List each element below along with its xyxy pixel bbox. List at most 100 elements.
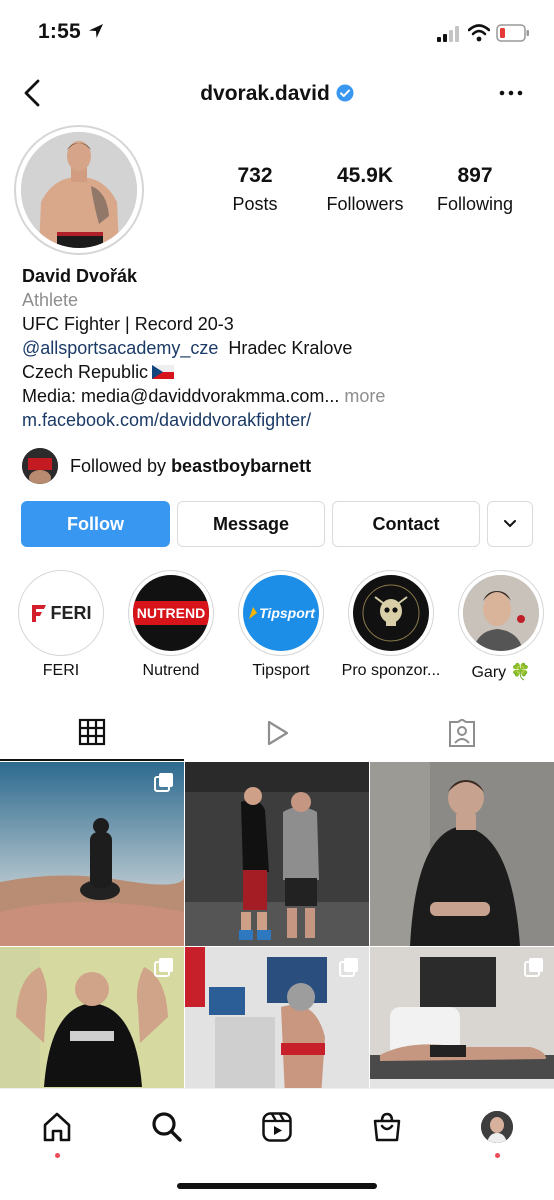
stat-followers-label: Followers <box>326 194 404 214</box>
follow-button[interactable]: Follow <box>21 501 170 547</box>
tipsport-flame-icon <box>249 607 258 619</box>
profile-avatar-small <box>481 1111 513 1143</box>
highlight-feri[interactable]: FERI FERI <box>11 570 111 680</box>
highlight-label: Gary 🍀 <box>471 664 531 681</box>
play-icon <box>267 720 289 746</box>
post-thumbnail[interactable] <box>370 947 554 1088</box>
highlight-ring: FERI <box>18 570 104 656</box>
highlight-ring <box>458 570 544 656</box>
stat-followers[interactable]: 45.9K Followers <box>315 164 415 215</box>
gym-photo <box>185 762 369 946</box>
highlight-pro-sponzor[interactable]: Pro sponzor... <box>341 570 441 680</box>
posts-grid <box>0 762 554 1088</box>
highlight-tipsport[interactable]: Tipsport Tipsport <box>231 570 331 680</box>
verified-badge-icon <box>336 84 354 102</box>
follower-avatar-image <box>22 448 58 484</box>
nav-reels[interactable] <box>257 1107 297 1147</box>
nav-home[interactable] <box>37 1107 77 1147</box>
highlight-ring: Tipsport <box>238 570 324 656</box>
highlight-nutrend[interactable]: NUTREND Nutrend <box>121 570 221 680</box>
tipsport-logo-text: Tipsport <box>259 605 315 621</box>
stat-following-value: 897 <box>457 164 493 187</box>
bio-more-link[interactable]: more <box>344 386 385 406</box>
gary-photo-image <box>463 575 539 651</box>
location-country: Czech Republic <box>22 362 149 382</box>
shopping-bag-icon <box>373 1112 401 1142</box>
category-label: Athlete <box>22 290 79 310</box>
nutrend-logo: NUTREND <box>133 575 209 651</box>
feri-logo-text: FERI <box>50 602 92 623</box>
bio-country-row: Czech Republic <box>22 360 542 384</box>
status-time: 1:55 <box>38 20 81 43</box>
followed-by-row[interactable]: Followed by beastboybarnett <box>22 448 311 484</box>
stat-posts[interactable]: 732 Posts <box>205 164 305 215</box>
contact-button[interactable]: Contact <box>332 501 480 547</box>
reels-icon <box>262 1112 292 1142</box>
tab-reels[interactable] <box>185 705 369 761</box>
nav-profile[interactable] <box>477 1107 517 1147</box>
highlight-label: Pro sponzor... <box>341 662 441 679</box>
message-button[interactable]: Message <box>177 501 325 547</box>
own-avatar-image <box>481 1111 513 1143</box>
stat-following-label: Following <box>436 194 514 214</box>
tagged-person-icon <box>449 719 475 747</box>
stat-posts-label: Posts <box>232 194 278 214</box>
portrait-hoodie-photo <box>370 762 554 946</box>
media-text: Media: media@daviddvorakmma.com... <box>22 386 340 406</box>
follower-avatar <box>22 448 58 484</box>
home-icon <box>43 1112 71 1142</box>
location-arrow-icon <box>89 24 103 38</box>
highlight-ring <box>348 570 434 656</box>
profile-avatar[interactable] <box>14 125 144 255</box>
nutrend-logo-text: NUTREND <box>133 601 209 625</box>
mention-link[interactable]: @allsportsacademy_cze <box>22 338 218 358</box>
multiple-photos-icon <box>524 958 543 977</box>
battery-low-icon <box>496 24 529 42</box>
suggested-dropdown-button[interactable] <box>487 501 533 547</box>
profile-notification-dot <box>495 1153 500 1158</box>
czech-flag-icon <box>152 365 175 379</box>
home-indicator <box>177 1183 377 1189</box>
skull-emblem-icon <box>362 584 420 642</box>
post-thumbnail[interactable] <box>185 947 369 1088</box>
highlight-gary[interactable]: Gary 🍀 <box>451 570 551 682</box>
fighter-portrait-image <box>21 132 137 248</box>
bio-line: UFC Fighter | Record 20-3 <box>22 314 234 334</box>
nav-shop[interactable] <box>367 1107 407 1147</box>
skull-emblem-image <box>353 575 429 651</box>
more-options-icon[interactable] <box>498 80 524 106</box>
multiple-photos-icon <box>154 958 173 977</box>
cellular-signal-icon <box>437 26 459 42</box>
feri-logo: FERI <box>23 575 99 651</box>
location-city: Hradec Kralove <box>228 338 353 358</box>
status-bar: 1:55 <box>0 0 554 64</box>
highlight-label: FERI <box>42 662 80 679</box>
home-notification-dot <box>55 1153 60 1158</box>
post-thumbnail[interactable] <box>185 762 369 946</box>
stat-followers-value: 45.9K <box>336 164 394 187</box>
profile-header: dvorak.david <box>0 66 554 122</box>
search-icon <box>152 1112 182 1142</box>
tipsport-logo: Tipsport <box>243 575 319 651</box>
profile-stats: 732 Posts 45.9K Followers 897 Following <box>205 164 525 215</box>
post-thumbnail[interactable] <box>0 947 184 1088</box>
highlight-label: Nutrend <box>142 662 200 679</box>
profile-bio: David Dvořák Athlete UFC Fighter | Recor… <box>22 264 542 432</box>
chevron-down-icon <box>504 520 516 528</box>
story-highlights: FERI FERI NUTREND Nutrend Tipsport Tipsp… <box>0 570 554 685</box>
multiple-photos-icon <box>339 958 358 977</box>
multiple-photos-icon <box>154 773 173 792</box>
profile-tabs <box>0 705 554 761</box>
stat-following[interactable]: 897 Following <box>425 164 525 215</box>
tab-posts-grid[interactable] <box>0 705 184 761</box>
website-link[interactable]: m.facebook.com/daviddvorakfighter/ <box>22 408 542 432</box>
wifi-icon <box>468 24 490 42</box>
highlight-label: Tipsport <box>252 662 310 679</box>
display-name: David Dvořák <box>22 266 138 286</box>
header-username-wrap: dvorak.david <box>0 82 554 106</box>
post-thumbnail[interactable] <box>0 762 184 946</box>
tab-tagged[interactable] <box>370 705 554 761</box>
gary-photo <box>463 575 539 651</box>
post-thumbnail[interactable] <box>370 762 554 946</box>
nav-search[interactable] <box>147 1107 187 1147</box>
